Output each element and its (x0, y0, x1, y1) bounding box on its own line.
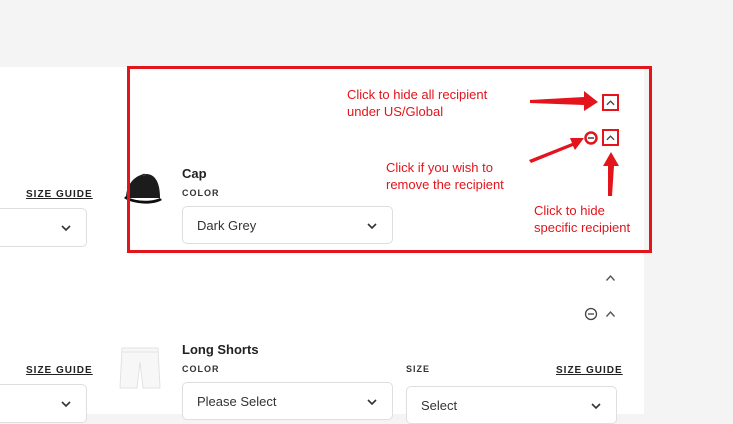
annotation-hide-specific: Click to hide specific recipient (534, 202, 630, 236)
size-select[interactable]: Select (406, 386, 617, 424)
size-guide-link[interactable]: SIZE GUIDE (26, 189, 93, 200)
annotation-hide-all: Click to hide all recipient under US/Glo… (347, 86, 487, 120)
annotation-line: Click if you wish to (386, 160, 493, 175)
annotation-line: remove the recipient (386, 177, 504, 192)
color-select-value: Please Select (197, 393, 277, 409)
chevron-down-icon (367, 399, 377, 406)
size-guide-link[interactable]: SIZE GUIDE (556, 365, 623, 376)
white-shorts-icon (119, 347, 161, 389)
annotation-line: under US/Global (347, 104, 444, 119)
size-label: SIZE (406, 364, 431, 374)
annotation-line: specific recipient (534, 220, 631, 235)
product-name: Long Shorts (182, 342, 259, 357)
annotation-line: Click to hide all recipient (347, 87, 488, 102)
chevron-down-icon (61, 225, 71, 232)
annotation-line: Click to hide (534, 203, 605, 218)
left-select-dropdown[interactable] (0, 208, 87, 247)
chevron-up-icon[interactable] (605, 274, 616, 282)
size-select-value: Select (421, 397, 458, 413)
color-label: COLOR (182, 364, 220, 374)
chevron-down-icon (591, 403, 601, 410)
chevron-down-icon (61, 401, 71, 408)
chevron-up-icon[interactable] (605, 310, 616, 318)
minus-circle-icon[interactable] (584, 307, 598, 321)
annotation-remove: Click if you wish to remove the recipien… (386, 159, 504, 193)
size-guide-link[interactable]: SIZE GUIDE (26, 365, 93, 376)
left-select-dropdown[interactable] (0, 384, 87, 423)
color-select[interactable]: Please Select (182, 382, 393, 420)
